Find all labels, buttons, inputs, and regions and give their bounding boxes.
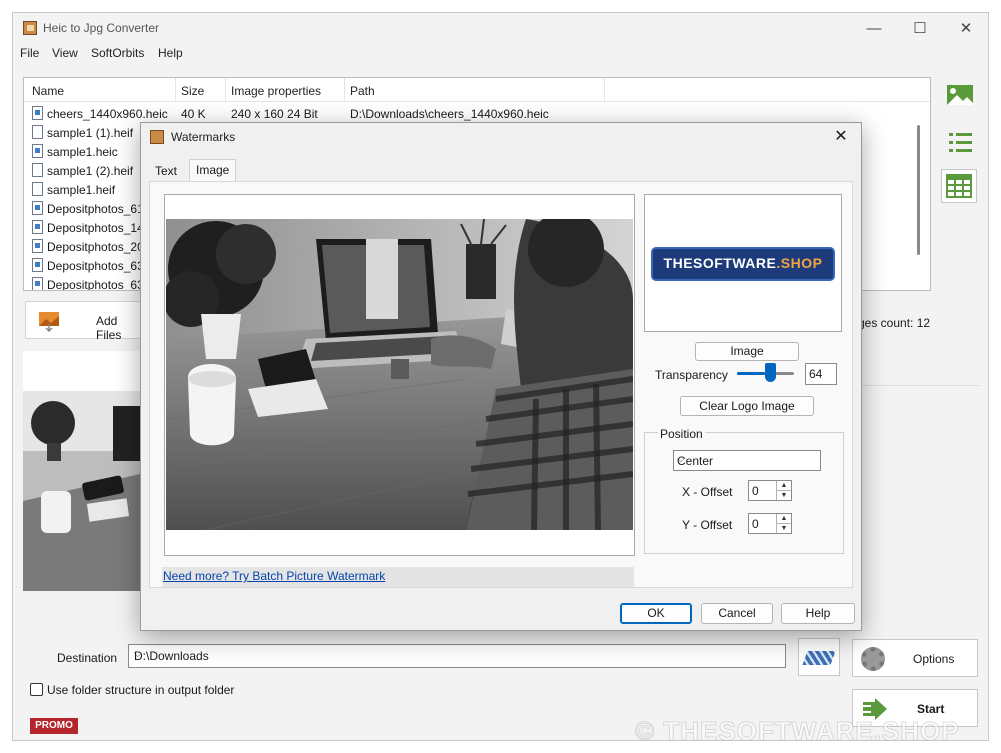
file-list-header: Name Size Image properties Path <box>24 78 930 102</box>
add-files-icon <box>39 312 59 332</box>
add-files-button[interactable]: Add Files <box>25 301 145 342</box>
y-offset-label: Y - Offset <box>682 518 733 532</box>
thumbnail-view-icon[interactable] <box>941 79 977 113</box>
column-name[interactable]: Name <box>32 84 64 98</box>
logo-preview-box: THESOFTWARE.SHOP <box>644 194 842 332</box>
image-file-icon <box>32 144 43 158</box>
cell-name: sample1 (2).heif <box>47 164 134 178</box>
image-file-icon <box>32 239 43 253</box>
cell-name: sample1 (1).heif <box>47 126 134 140</box>
column-image-properties[interactable]: Image properties <box>231 84 321 98</box>
y-offset-input[interactable]: 0 ▲ ▼ <box>748 513 792 534</box>
dialog-close-button[interactable]: ✕ <box>829 126 853 148</box>
maximize-button[interactable]: ☐ <box>897 17 943 41</box>
image-tab-panel: Need more? Try Batch Picture Watermark T… <box>149 181 853 588</box>
cell-props: 240 x 160 24 Bit <box>231 107 318 121</box>
image-file-icon <box>32 277 43 290</box>
browse-folder-button[interactable] <box>798 638 840 676</box>
link-row: Need more? Try Batch Picture Watermark <box>162 567 634 587</box>
position-select[interactable]: Center ⌵ <box>673 450 821 471</box>
logo-text-accent: .SHOP <box>776 255 823 271</box>
minimize-button[interactable]: — <box>851 17 897 41</box>
transparency-input[interactable]: 64 <box>805 363 837 385</box>
chevron-down-icon[interactable]: ⌵ <box>134 649 779 660</box>
x-offset-label: X - Offset <box>682 485 733 499</box>
image-preview-panel <box>23 351 153 591</box>
help-button[interactable]: Help <box>781 603 855 624</box>
watermarks-dialog: Watermarks ✕ Text Image Need more? Try B… <box>140 122 862 631</box>
cancel-button[interactable]: Cancel <box>701 603 773 624</box>
cell-name: sample1.heif <box>47 183 116 197</box>
watermark-preview-box <box>164 194 635 556</box>
cell-name: Depositphotos_61 <box>47 202 144 216</box>
menu-file[interactable]: File <box>20 46 39 60</box>
x-offset-value: 0 <box>752 484 759 498</box>
chevron-down-icon: ⌵ <box>677 454 685 465</box>
table-row[interactable]: cheers_1440x960.heic 40 K 240 x 160 24 Bit… <box>24 104 624 123</box>
menu-help[interactable]: Help <box>158 46 183 60</box>
destination-combobox[interactable]: D:\Downloads ⌵ <box>128 644 786 668</box>
window-title: Heic to Jpg Converter <box>43 21 160 35</box>
transparency-value: 64 <box>809 367 823 381</box>
batch-watermark-link[interactable]: Need more? Try Batch Picture Watermark <box>163 569 385 583</box>
tab-text[interactable]: Text <box>149 161 183 181</box>
destination-label: Destination <box>57 651 118 665</box>
folder-structure-label: Use folder structure in output folder <box>47 683 235 697</box>
start-label: Start <box>917 702 945 716</box>
column-size[interactable]: Size <box>181 84 204 98</box>
app-icon <box>23 21 37 35</box>
dialog-title: Watermarks <box>171 130 236 144</box>
y-offset-value: 0 <box>752 517 759 531</box>
options-label: Options <box>913 652 955 666</box>
transparency-slider-thumb[interactable] <box>765 363 776 382</box>
x-offset-spinner[interactable]: ▲ ▼ <box>776 481 791 500</box>
y-offset-spinner[interactable]: ▲ ▼ <box>776 514 791 533</box>
file-icon <box>32 125 43 139</box>
image-file-icon <box>32 258 43 272</box>
dialog-app-icon <box>150 130 164 144</box>
ok-button[interactable]: OK <box>620 603 692 624</box>
gear-icon <box>861 647 885 671</box>
cell-name: Depositphotos_63 <box>47 259 144 273</box>
site-watermark: © THESOFTWARE.SHOP <box>635 716 960 741</box>
image-file-icon <box>32 106 43 120</box>
close-button[interactable]: ✕ <box>943 17 988 41</box>
image-file-icon <box>32 220 43 234</box>
menu-softorbits[interactable]: SoftOrbits <box>91 46 144 60</box>
cell-name: Depositphotos_20 <box>47 240 144 254</box>
x-offset-input[interactable]: 0 ▲ ▼ <box>748 480 792 501</box>
list-view-icon[interactable] <box>941 125 977 159</box>
promo-badge[interactable]: PROMO <box>30 718 78 734</box>
transparency-label: Transparency <box>655 368 728 382</box>
images-count: ges count: 12 <box>858 316 931 330</box>
folder-structure-checkbox[interactable] <box>30 683 43 696</box>
cell-name: Depositphotos_63 <box>47 278 144 291</box>
options-button[interactable]: Options <box>852 639 978 677</box>
menu-bar: File View SoftOrbits Help <box>13 43 988 65</box>
title-bar: Heic to Jpg Converter — ☐ ✕ <box>13 13 988 43</box>
cell-name: Depositphotos_14 <box>47 221 144 235</box>
image-file-icon <box>32 201 43 215</box>
cell-name: sample1.heic <box>47 145 118 159</box>
file-list-scrollbar[interactable] <box>917 125 920 255</box>
divider <box>851 385 979 386</box>
logo-text: THESOFTWARE <box>663 255 777 271</box>
file-icon <box>32 163 43 177</box>
cell-name: cheers_1440x960.heic <box>47 107 168 121</box>
tab-image[interactable]: Image <box>189 159 237 182</box>
column-path[interactable]: Path <box>350 84 375 98</box>
table-view-icon[interactable] <box>941 169 977 203</box>
logo-preview-image: THESOFTWARE.SHOP <box>653 249 833 279</box>
select-image-button[interactable]: Image <box>695 342 799 361</box>
position-label: Position <box>658 427 705 441</box>
file-icon <box>32 182 43 196</box>
watermark-preview-image <box>166 219 633 530</box>
menu-view[interactable]: View <box>52 46 78 60</box>
preview-image <box>23 391 153 591</box>
cell-path: D:\Downloads\cheers_1440x960.heic <box>350 107 549 121</box>
clear-logo-button[interactable]: Clear Logo Image <box>680 396 814 416</box>
cell-size: 40 K <box>181 107 206 121</box>
add-files-label: Add Files <box>96 314 122 342</box>
